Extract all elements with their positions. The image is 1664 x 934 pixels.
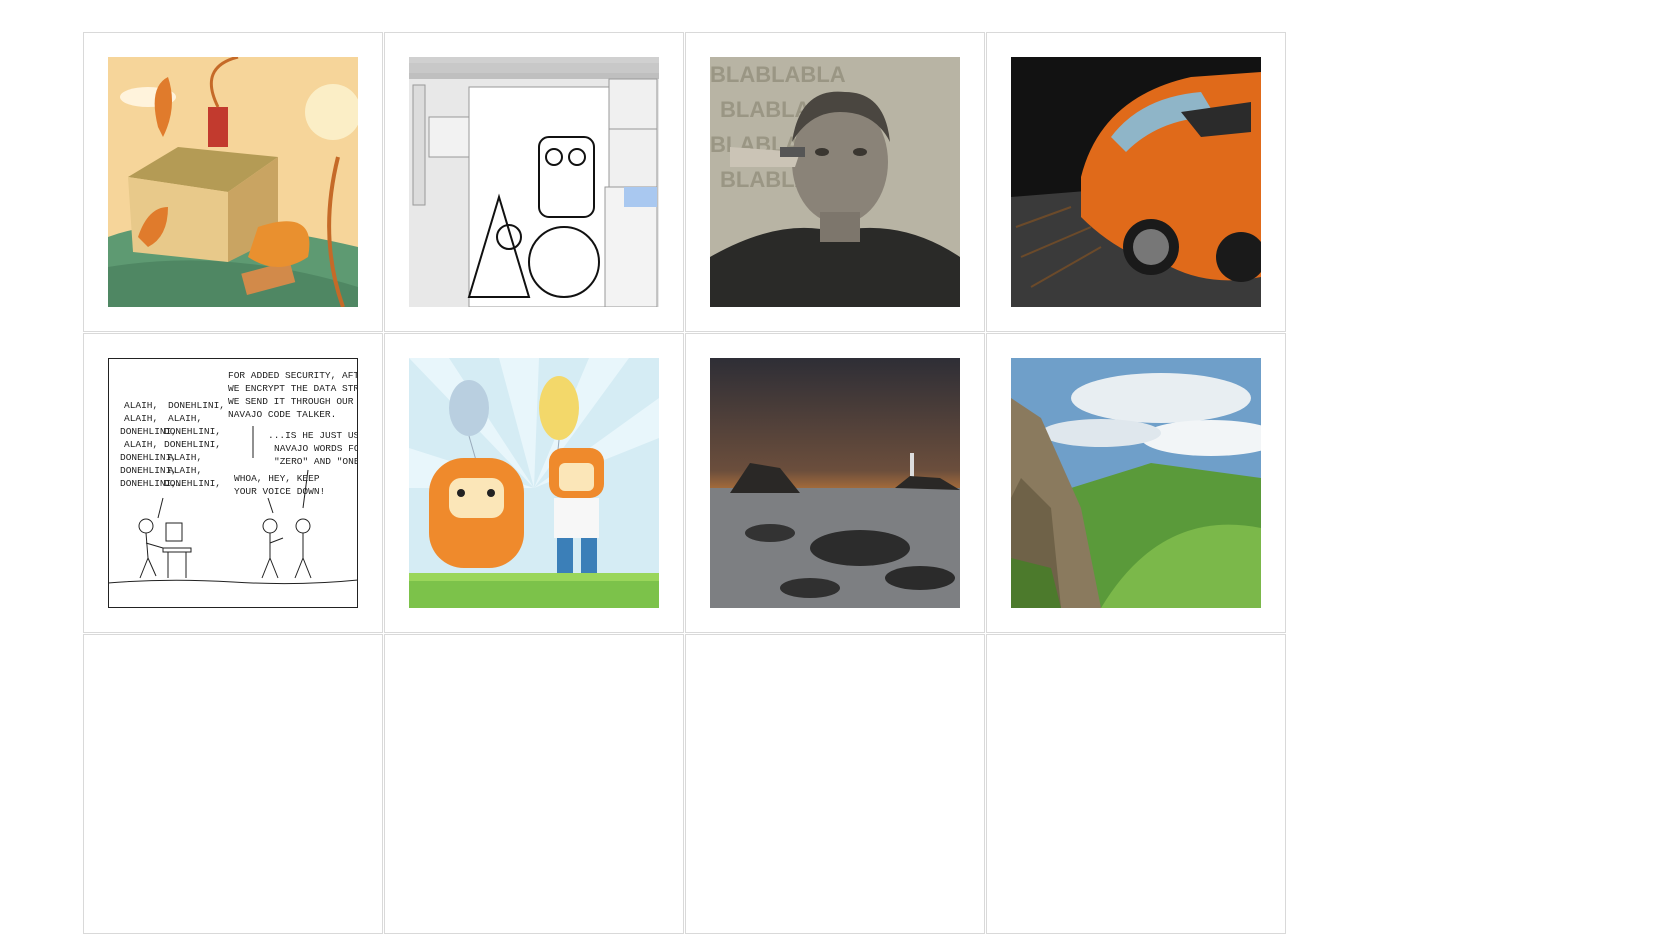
comic-reply-3: "ZERO" AND "ONE"? [274,456,358,467]
thumbnail-illustrator-drawing[interactable] [409,57,659,307]
comic-reply-1: ...IS HE JUST USING [268,430,358,441]
thumbnail-face-portrait[interactable]: BLABLABLA BLABLABLA BLABLABLA BLABLABLA [710,57,960,307]
thumbnail-cartoon-monsters[interactable] [409,358,659,608]
comic-caption-4: NAVAJO CODE TALKER. [228,409,336,420]
grid-cell-row3-1[interactable] [83,634,383,934]
grid-cell-car[interactable] [986,32,1286,332]
comic-left-1: ALAIH, [124,400,158,411]
grid-cell-row3-4[interactable] [986,634,1286,934]
thumbnail-xkcd-comic[interactable]: FOR ADDED SECURITY, AFTER WE ENCRYPT THE… [108,358,358,608]
grid-cell-monsters[interactable] [384,333,684,633]
mountains-image [1011,358,1261,608]
grid-cell-illustrator[interactable] [384,32,684,332]
grid-cell-mountains[interactable] [986,333,1286,633]
comic-caption-2: WE ENCRYPT THE DATA STREAM, [228,383,358,394]
grid-cell-row3-2[interactable] [384,634,684,934]
face-portrait-image: BLABLABLA BLABLABLA BLABLABLA BLABLABLA [710,57,960,307]
comic-right-2: ALAIH, [168,413,202,424]
comic-right-7: DONEHLINI, [164,478,221,489]
illustrator-screenshot-image [409,57,659,307]
cartoon-house-image [108,57,358,307]
cartoon-monsters-image [409,358,659,608]
comic-caption-3: WE SEND IT THROUGH OUR [228,396,354,407]
comic-whoa-2: YOUR VOICE DOWN! [234,486,325,497]
grid-cell-seascape[interactable] [685,333,985,633]
thumbnail-cartoon-house[interactable] [108,57,358,307]
comic-caption-1: FOR ADDED SECURITY, AFTER [228,370,358,381]
xkcd-comic-image: FOR ADDED SECURITY, AFTER WE ENCRYPT THE… [108,358,358,608]
thumbnail-mountains[interactable] [1011,358,1261,608]
thumbnail-seascape[interactable] [710,358,960,608]
seascape-image [710,358,960,608]
grid-cell-house[interactable] [83,32,383,332]
grid-cell-face[interactable]: BLABLABLA BLABLABLA BLABLABLA BLABLABLA [685,32,985,332]
sports-car-image [1011,57,1261,307]
comic-right-1: DONEHLINI, [168,400,225,411]
comic-right-5: ALAIH, [168,452,202,463]
comic-reply-2: NAVAJO WORDS FOR [274,443,358,454]
comic-left-2: ALAIH, [124,413,158,424]
comic-left-4: ALAIH, [124,439,158,450]
grid-cell-comic[interactable]: FOR ADDED SECURITY, AFTER WE ENCRYPT THE… [83,333,383,633]
thumbnail-sports-car[interactable] [1011,57,1261,307]
comic-right-3: DONEHLINI, [164,426,221,437]
comic-right-6: ALAIH, [168,465,202,476]
grid-cell-row3-3[interactable] [685,634,985,934]
face-watermark-1: BLABLABLA [710,62,846,87]
comic-right-4: DONEHLINI, [164,439,221,450]
